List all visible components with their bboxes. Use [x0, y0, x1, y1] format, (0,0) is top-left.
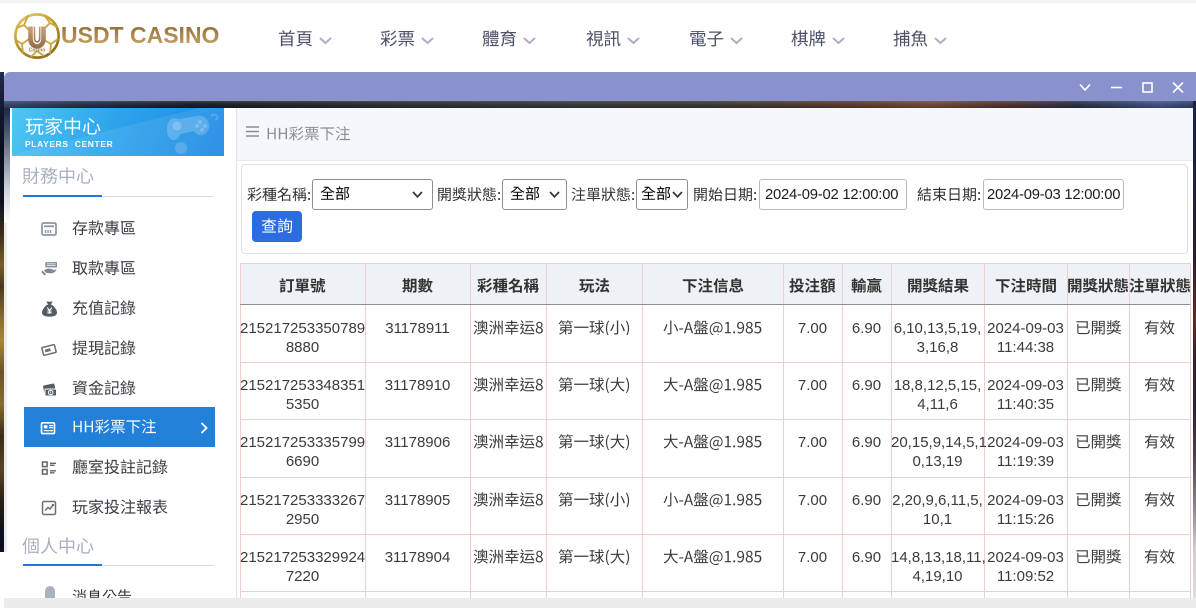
svg-text:Casino: Casino [29, 48, 46, 54]
